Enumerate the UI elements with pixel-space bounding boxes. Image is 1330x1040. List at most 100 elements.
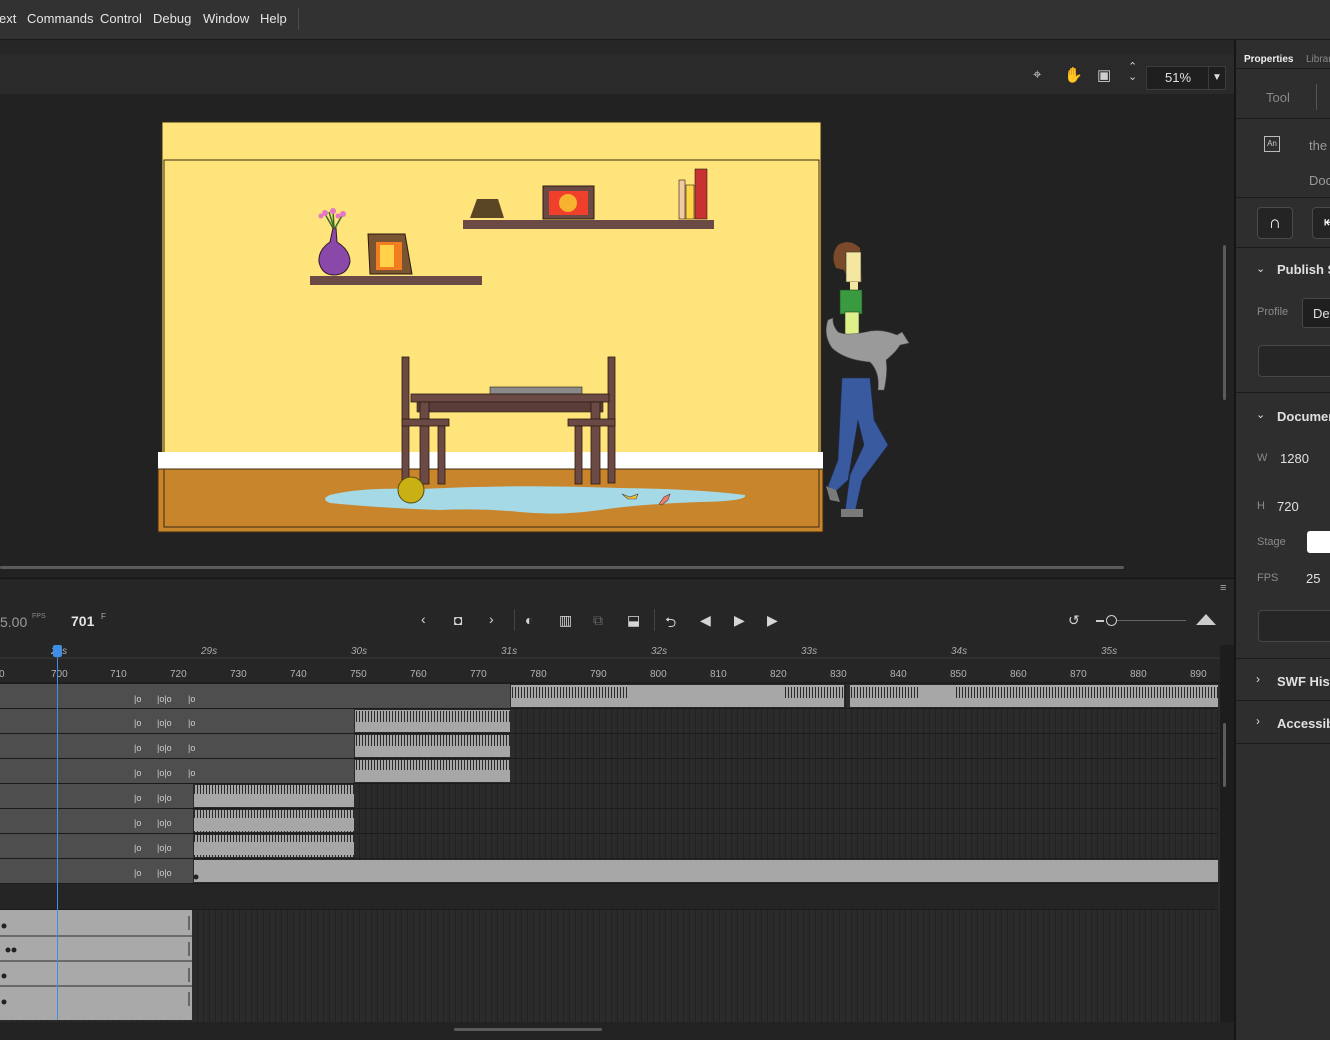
- svg-text:|o|o: |o|o: [157, 793, 172, 803]
- stage-horizontal-scrollbar[interactable]: [0, 566, 1124, 569]
- second-label: 35s: [1101, 646, 1118, 657]
- timeline-toolbar: ≡ 5.00 FPS 701 F ‹ ◘ › ◐ ▥ ⧉ ⬓ ⮌ ◀ ▶ ▶ ↺: [0, 578, 1234, 645]
- step-forward-icon[interactable]: ▶: [767, 612, 778, 629]
- fit-stage-icon[interactable]: ⌃ ⌄: [1128, 62, 1137, 83]
- frame-label: 700: [51, 669, 68, 680]
- zoom-field[interactable]: 51%: [1146, 66, 1210, 90]
- insert-keyframe-icon[interactable]: ◘: [454, 612, 462, 628]
- loop-icon[interactable]: ⬓: [627, 612, 640, 629]
- loop-playback-icon[interactable]: ⮌: [665, 612, 676, 636]
- fps-field[interactable]: 25: [1306, 571, 1320, 586]
- frame-label: 770: [470, 669, 487, 680]
- step-back-icon[interactable]: ◀: [700, 612, 711, 629]
- fps-label: FPS: [1257, 572, 1279, 584]
- frame-label: 710: [110, 669, 127, 680]
- next-keyframe-icon[interactable]: ›: [489, 611, 494, 627]
- toolbar-divider: [514, 609, 515, 631]
- fps-value[interactable]: 5.00: [0, 614, 27, 630]
- profile-value: Def: [1313, 306, 1330, 321]
- timeline-zoom-track[interactable]: [1112, 620, 1186, 621]
- profile-label: Profile: [1257, 306, 1289, 318]
- stage-toolbar: ⌖ ✋ ▣ ⌃ ⌄: [0, 54, 1234, 94]
- frame-label: 800: [650, 669, 667, 680]
- hand-tool-icon[interactable]: ✋: [1064, 66, 1083, 84]
- zoom-out-icon[interactable]: [1096, 620, 1104, 622]
- onion-outline-icon[interactable]: ▥: [559, 612, 572, 629]
- svg-text:|o: |o: [134, 793, 141, 803]
- swf-history-header[interactable]: SWF Hist: [1277, 674, 1330, 689]
- svg-text:|o|o: |o|o: [157, 818, 172, 828]
- onion-skin-icon[interactable]: ◐: [525, 612, 533, 628]
- snap-center-icon[interactable]: ⌖: [1033, 66, 1041, 83]
- tab-library[interactable]: Library: [1306, 54, 1330, 65]
- zoom-dropdown-chevron-icon[interactable]: ▼: [1208, 66, 1226, 90]
- person-shirt: [839, 289, 863, 315]
- width-value[interactable]: 1280: [1280, 451, 1309, 466]
- clip-stage-icon[interactable]: ▣: [1097, 66, 1111, 84]
- undo-icon[interactable]: ↺: [1068, 612, 1080, 629]
- frame-label: 820: [770, 669, 787, 680]
- frame-label: 760: [410, 669, 427, 680]
- section-divider: [1236, 118, 1330, 119]
- playhead-handle[interactable]: [53, 645, 62, 657]
- section-divider: [1236, 743, 1330, 744]
- properties-panel: Properties Library Tool An the Doc ∩ ⇤ ⌄…: [1234, 40, 1330, 1040]
- timeline-zoom-thumb[interactable]: [1106, 615, 1117, 626]
- svg-text:|o: |o: [134, 694, 141, 704]
- second-label: 29s: [201, 646, 218, 657]
- timeline-horizontal-scrollbar[interactable]: [454, 1028, 602, 1031]
- menu-text[interactable]: ext: [0, 11, 16, 26]
- publish-settings-header[interactable]: Publish S: [1277, 262, 1330, 277]
- book: [685, 184, 695, 220]
- svg-text:|o: |o: [134, 818, 141, 828]
- edit-multiple-icon[interactable]: ⧉: [593, 612, 603, 629]
- frame-label: 810: [710, 669, 727, 680]
- frame-label: 750: [350, 669, 367, 680]
- more-settings-button[interactable]: [1258, 610, 1330, 642]
- svg-text:|o: |o: [134, 868, 141, 878]
- book: [694, 168, 708, 220]
- svg-text:|o: |o: [188, 718, 195, 728]
- menu-control[interactable]: Control: [100, 11, 142, 26]
- height-value[interactable]: 720: [1277, 499, 1299, 514]
- ball: [397, 476, 425, 504]
- playhead-line[interactable]: [57, 657, 58, 1020]
- current-frame[interactable]: 701: [71, 613, 94, 629]
- chevron-right-icon[interactable]: ›: [1256, 714, 1260, 728]
- stage-artwork[interactable]: [0, 94, 1234, 564]
- menu-debug[interactable]: Debug: [153, 11, 191, 26]
- baseboard: [158, 452, 823, 469]
- document-icon: An: [1264, 136, 1280, 152]
- svg-text:|o|o: |o|o: [157, 694, 172, 704]
- tool-label[interactable]: Tool: [1266, 90, 1290, 105]
- frame-label: 730: [230, 669, 247, 680]
- svg-text:|o|o: |o|o: [157, 718, 172, 728]
- play-icon[interactable]: ▶: [734, 612, 745, 629]
- accessibility-header[interactable]: Accessibi: [1277, 716, 1330, 731]
- document-settings-header[interactable]: Documen: [1277, 409, 1330, 424]
- panel-menu-icon[interactable]: ≡: [1220, 582, 1226, 594]
- menu-help[interactable]: Help: [260, 11, 287, 26]
- magnet-icon[interactable]: ∩: [1257, 207, 1293, 239]
- publish-settings-button[interactable]: [1258, 345, 1330, 377]
- timeline-frames-grid[interactable]: |o |o|o |o |o |o|o |o |o |o|o |o |o |o|o |o |o |o…: [0, 684, 1220, 1022]
- fps-unit: FPS: [32, 613, 46, 620]
- person-jeans: [827, 377, 889, 513]
- tab-properties[interactable]: Properties: [1244, 54, 1293, 65]
- chevron-down-icon[interactable]: ⌄: [1256, 408, 1265, 421]
- stage-color-swatch[interactable]: [1307, 531, 1330, 553]
- svg-text:|o: |o: [134, 768, 141, 778]
- height-label: H: [1257, 500, 1265, 512]
- rulers-icon[interactable]: ⇤: [1312, 207, 1330, 239]
- chevron-down-icon[interactable]: ⌄: [1256, 262, 1265, 275]
- menu-window[interactable]: Window: [203, 11, 249, 26]
- svg-text:|o: |o: [188, 768, 195, 778]
- timeline-zoom-in-icon[interactable]: [1196, 614, 1216, 625]
- frame-label: 840: [890, 669, 907, 680]
- prev-keyframe-icon[interactable]: ‹: [421, 611, 426, 627]
- stage-vertical-scrollbar[interactable]: [1223, 245, 1226, 400]
- timeline-vertical-scrollbar[interactable]: [1223, 723, 1226, 787]
- stage-color-label: Stage: [1257, 536, 1286, 548]
- chevron-right-icon[interactable]: ›: [1256, 672, 1260, 686]
- menu-commands[interactable]: Commands: [27, 11, 93, 26]
